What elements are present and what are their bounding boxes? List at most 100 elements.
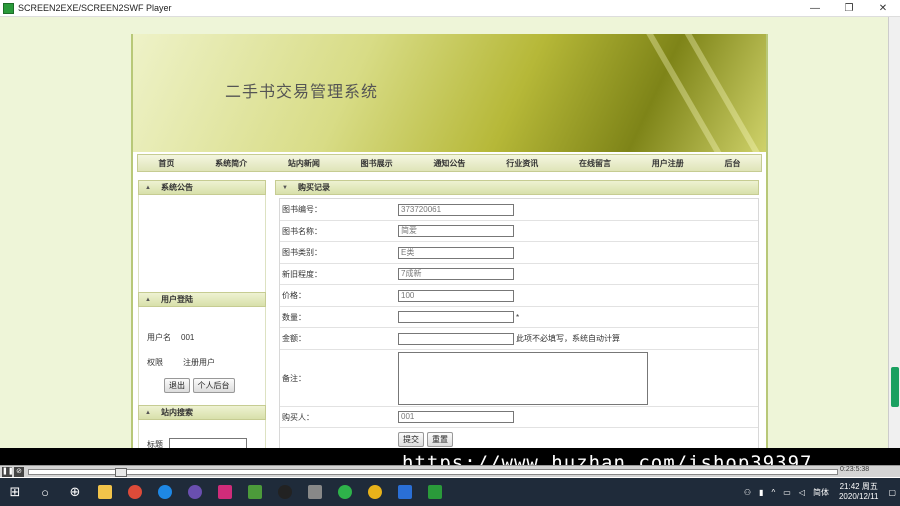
stop-icon[interactable]: ⊘ bbox=[14, 466, 24, 477]
buyer-field[interactable]: 001 bbox=[398, 411, 514, 423]
nav-news[interactable]: 站内新闻 bbox=[288, 158, 320, 169]
quantity-label: 数量： bbox=[282, 312, 306, 322]
form-row: 图书类别： E类 bbox=[280, 242, 758, 264]
amount-label: 金额： bbox=[282, 334, 306, 343]
task-view-icon[interactable]: ⊕ bbox=[60, 478, 90, 506]
username-value: 001 bbox=[181, 333, 195, 342]
web-content: 二手书交易管理系统 首页 系统简介 站内新闻 图书展示 通知公告 行业资讯 在线… bbox=[0, 17, 888, 448]
ime-label[interactable]: 简体 bbox=[813, 487, 829, 498]
main-panel: ▼ 购买记录 图书编号： 373720061 图书名称： 简爱 图书类别： E类… bbox=[275, 180, 759, 448]
main-nav: 首页 系统简介 站内新闻 图书展示 通知公告 行业资讯 在线留言 用户注册 后台 bbox=[137, 154, 762, 172]
close-button[interactable]: ✕ bbox=[866, 0, 900, 17]
form-row: 数量： * bbox=[280, 307, 758, 328]
nav-books[interactable]: 图书展示 bbox=[361, 158, 393, 169]
app-icon bbox=[3, 2, 14, 14]
purchase-form: 图书编号： 373720061 图书名称： 简爱 图书类别： E类 新旧程度： … bbox=[279, 198, 759, 448]
required-mark: * bbox=[516, 312, 520, 322]
editor-icon[interactable] bbox=[240, 478, 270, 506]
form-row: 图书编号： 373720061 bbox=[280, 199, 758, 221]
nav-notices[interactable]: 通知公告 bbox=[433, 158, 465, 169]
chevron-up-icon[interactable]: ^ bbox=[772, 488, 776, 497]
nav-register[interactable]: 用户注册 bbox=[652, 158, 684, 169]
site-frame: 二手书交易管理系统 首页 系统简介 站内新闻 图书展示 通知公告 行业资讯 在线… bbox=[131, 34, 768, 448]
people-icon[interactable]: ⚇ bbox=[744, 488, 751, 497]
ide-icon[interactable] bbox=[210, 478, 240, 506]
remark-label: 备注： bbox=[282, 373, 306, 383]
login-header: ▲ 用户登陆 bbox=[138, 292, 266, 307]
purchase-header: ▼ 购买记录 bbox=[275, 180, 759, 195]
quantity-input[interactable] bbox=[398, 311, 514, 323]
sidebar: ▲ 系统公告 ▲ 用户登陆 用户名 001 权限 注册用户 退出 个人后台 ▲ … bbox=[138, 180, 266, 448]
yellow-app-icon[interactable] bbox=[360, 478, 390, 506]
taskbar: ⊞ ○ ⊕ ⚇ ▮ ^ ▭ ◁ 简体 21:42 周五 2020/12/11 ▢ bbox=[0, 478, 900, 506]
chrome-icon[interactable] bbox=[120, 478, 150, 506]
personal-center-button[interactable]: 个人后台 bbox=[192, 378, 235, 393]
collapse-triangle-icon: ▲ bbox=[145, 296, 151, 303]
form-row: 图书名称： 简爱 bbox=[280, 221, 758, 242]
price-field[interactable]: 100 bbox=[398, 289, 514, 302]
remark-textarea[interactable] bbox=[398, 351, 648, 405]
buyer-label: 购买人： bbox=[282, 412, 314, 422]
condition-field[interactable]: 7成新 bbox=[398, 268, 514, 280]
nav-intro[interactable]: 系统简介 bbox=[215, 158, 247, 169]
form-row: 备注： bbox=[280, 350, 758, 407]
system-tray: ⚇ ▮ ^ ▭ ◁ 简体 21:42 周五 2020/12/11 ▢ bbox=[740, 478, 900, 506]
windows-start-icon[interactable]: ⊞ bbox=[0, 478, 30, 506]
qq-icon[interactable] bbox=[270, 478, 300, 506]
amount-note: 此项不必填写，系统自动计算 bbox=[516, 334, 620, 343]
book-name-field[interactable]: 简爱 bbox=[398, 225, 514, 237]
edge-icon[interactable] bbox=[150, 478, 180, 506]
scrollbar-thumb[interactable] bbox=[891, 367, 899, 407]
form-actions: 提交 重置 bbox=[280, 428, 758, 448]
search-header: ▲ 站内搜索 bbox=[138, 405, 266, 420]
submit-button[interactable]: 提交 bbox=[398, 431, 424, 447]
amount-input[interactable] bbox=[398, 332, 514, 345]
search-box: 标题 bbox=[138, 420, 266, 448]
form-row: 购买人： 001 bbox=[280, 407, 758, 428]
site-banner: 二手书交易管理系统 bbox=[133, 34, 766, 152]
vertical-scrollbar[interactable] bbox=[888, 17, 900, 448]
browser-green-icon[interactable] bbox=[330, 478, 360, 506]
nav-industry[interactable]: 行业资讯 bbox=[506, 158, 538, 169]
seek-knob[interactable] bbox=[115, 468, 127, 477]
logout-button[interactable]: 退出 bbox=[164, 378, 190, 393]
search-circle-icon[interactable]: ○ bbox=[30, 478, 60, 506]
collapse-triangle-icon: ▲ bbox=[145, 184, 151, 191]
network-icon[interactable]: ▭ bbox=[783, 488, 791, 497]
volume-icon[interactable]: ◁ bbox=[799, 488, 805, 497]
collapse-triangle-icon: ▲ bbox=[145, 409, 151, 416]
reset-button[interactable]: 重置 bbox=[427, 431, 453, 447]
nav-home[interactable]: 首页 bbox=[158, 158, 174, 169]
player-controls: ❚❚ ⊘ 0:23:5:38 bbox=[0, 465, 900, 477]
search-title-label: 标题 bbox=[147, 439, 163, 449]
blue-app-icon[interactable] bbox=[390, 478, 420, 506]
window-title: SCREEN2EXE/SCREEN2SWF Player bbox=[18, 3, 172, 13]
tools-icon[interactable] bbox=[300, 478, 330, 506]
pause-icon[interactable]: ❚❚ bbox=[2, 466, 14, 477]
clock[interactable]: 21:42 周五 2020/12/11 bbox=[839, 482, 878, 502]
playback-time: 0:23:5:38 bbox=[840, 466, 870, 473]
nav-admin[interactable]: 后台 bbox=[725, 158, 741, 169]
form-row: 金额： 此项不必填写，系统自动计算 bbox=[280, 328, 758, 350]
notification-icon[interactable]: ▢ bbox=[888, 488, 896, 497]
battery-icon[interactable]: ▮ bbox=[759, 488, 763, 497]
player-app-icon[interactable] bbox=[420, 478, 450, 506]
search-title-input[interactable] bbox=[169, 438, 247, 448]
maximize-button[interactable]: ❐ bbox=[832, 0, 866, 17]
role-label: 权限 bbox=[147, 358, 163, 367]
expand-triangle-icon: ▼ bbox=[282, 184, 288, 191]
role-value: 注册用户 bbox=[183, 358, 215, 367]
site-title: 二手书交易管理系统 bbox=[225, 82, 379, 101]
window-titlebar: SCREEN2EXE/SCREEN2SWF Player — ❐ ✕ bbox=[0, 0, 900, 17]
minimize-button[interactable]: — bbox=[798, 0, 832, 17]
announcement-box bbox=[138, 195, 266, 292]
login-box: 用户名 001 权限 注册用户 退出 个人后台 bbox=[138, 307, 266, 405]
username-label: 用户名 bbox=[147, 333, 171, 342]
seek-bar[interactable] bbox=[28, 468, 838, 477]
media-icon[interactable] bbox=[180, 478, 210, 506]
book-id-field[interactable]: 373720061 bbox=[398, 203, 514, 216]
nav-messages[interactable]: 在线留言 bbox=[579, 158, 611, 169]
form-row: 新旧程度： 7成新 bbox=[280, 264, 758, 285]
book-category-field[interactable]: E类 bbox=[398, 246, 514, 259]
file-explorer-icon[interactable] bbox=[90, 478, 120, 506]
